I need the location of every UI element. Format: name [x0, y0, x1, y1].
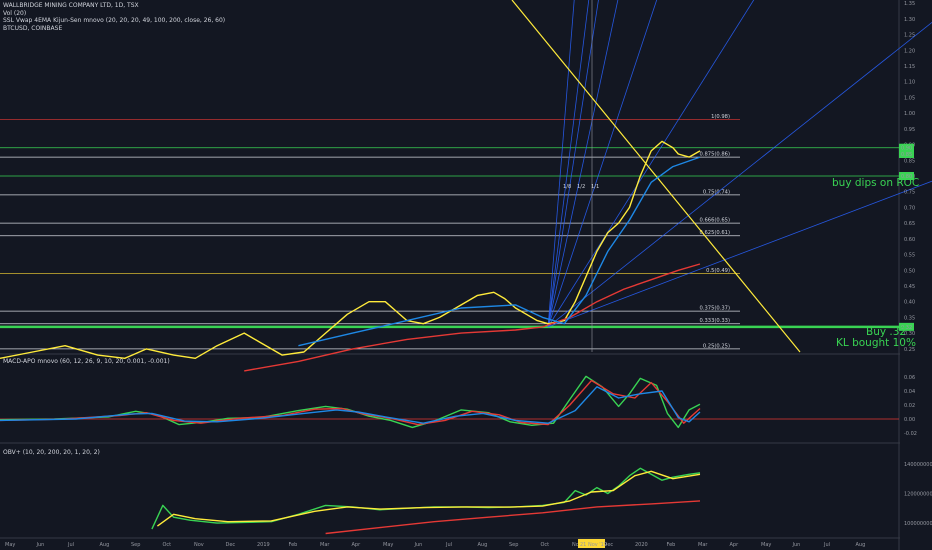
ssl-indicator-label[interactable]: SSL Vwap 4EMA Kijun-Sen mnovo (20, 20, 2… — [3, 17, 225, 25]
fan-line-7 — [547, 180, 932, 328]
x-tick-7: Dec — [226, 542, 236, 548]
btc-compare-label[interactable]: BTCUSD, COINBASE — [3, 25, 225, 33]
obv-series-0 — [151, 467, 701, 530]
y-tick-obv-1: 120000000.00 — [904, 492, 932, 498]
x-tick-17: Oct — [541, 542, 550, 548]
x-tick-0: May — [5, 542, 15, 548]
x-tick-14: Jul — [445, 542, 452, 548]
x-highlight-label: 21 Nov '19 — [580, 542, 607, 548]
fan-line-1 — [547, 0, 590, 327]
macd-title: MACD-APO mnovo (60, 12, 26, 9, 10, 20, 0… — [3, 358, 170, 365]
y-tick-price-3: 1.20 — [904, 48, 915, 54]
symbol-title: WALLBRIDGE MINING COMPANY LTD, 1D, TSX — [3, 2, 139, 9]
fan-line-6 — [547, 21, 932, 328]
x-tick-1: Jun — [36, 542, 45, 548]
x-tick-25: Jun — [792, 542, 801, 548]
x-tick-8: 2019 — [257, 542, 270, 548]
x-tick-24: May — [761, 542, 771, 548]
obv-title: OBV+ (10, 20, 200, 20, 1, 20, 2) — [3, 449, 100, 456]
x-tick-27: Aug — [856, 542, 866, 548]
fib-label-6: 0.375(0.37) — [700, 306, 730, 312]
y-tick-price-5: 1.10 — [904, 80, 915, 86]
x-tick-9: Feb — [289, 542, 298, 548]
x-tick-2: Jul — [67, 542, 74, 548]
y-tick-price-2: 1.25 — [904, 33, 915, 39]
y-tick-price-17: 0.50 — [904, 268, 915, 274]
fan-label-2: 1/1 — [591, 184, 599, 190]
x-tick-12: May — [383, 542, 393, 548]
fib-label-8: 0.25(0.25) — [703, 343, 730, 349]
y-tick-macd-2: 0.02 — [904, 403, 915, 409]
x-tick-16: Sep — [509, 542, 518, 548]
fib-label-1: 0.875(0.86) — [700, 152, 730, 158]
x-tick-20: 2020 — [635, 542, 648, 548]
y-tick-price-8: 0.95 — [904, 127, 915, 133]
price-series-1 — [244, 263, 701, 372]
y-tick-price-20: 0.35 — [904, 315, 915, 321]
y-tick-price-7: 1.00 — [904, 111, 915, 117]
y-tick-price-12: 0.75 — [904, 190, 915, 196]
y-tick-obv-0: 140000000.00 — [904, 462, 932, 468]
price-label-text-1: 0.85 — [901, 152, 912, 158]
y-tick-price-16: 0.55 — [904, 253, 915, 259]
x-tick-15: Aug — [478, 542, 488, 548]
y-tick-price-4: 1.15 — [904, 64, 915, 70]
y-tick-price-19: 0.40 — [904, 300, 915, 306]
fan-line-3 — [547, 0, 619, 327]
y-tick-price-1: 1.30 — [904, 17, 915, 23]
y-tick-price-0: 1.35 — [904, 1, 915, 7]
price-panel: 1(0.98) 0.875(0.86) 0.75(0.74) 0.666(0.65) 0… — [0, 0, 932, 372]
y-tick-price-14: 0.65 — [904, 221, 915, 227]
y-tick-price-13: 0.70 — [904, 205, 915, 211]
x-tick-4: Sep — [131, 542, 140, 548]
y-tick-price-10: 0.85 — [904, 158, 915, 164]
macd-series-2 — [0, 386, 701, 424]
macd-series-1 — [0, 379, 701, 426]
x-tick-21: Feb — [667, 542, 676, 548]
volume-indicator-label[interactable]: Vol (20) — [3, 10, 225, 18]
fan-line-5 — [547, 0, 755, 328]
y-tick-macd-3: 0.00 — [904, 417, 915, 423]
y-tick-macd-0: 0.06 — [904, 375, 915, 381]
chart-legend: WALLBRIDGE MINING COMPANY LTD, 1D, TSX V… — [3, 2, 225, 32]
fib-label-3: 0.666(0.65) — [700, 218, 730, 224]
x-tick-3: Aug — [100, 542, 110, 548]
y-tick-price-6: 1.05 — [904, 95, 915, 101]
x-tick-22: Mar — [698, 542, 708, 548]
fib-label-2: 0.75(0.74) — [703, 189, 730, 195]
x-tick-6: Nov — [194, 542, 204, 548]
fib-label-0: 1(0.98) — [711, 114, 730, 120]
fib-label-5: 0.5(0.49) — [706, 268, 730, 274]
annotation-buy-dips[interactable]: buy dips on ROC — [832, 177, 919, 189]
obv-series-1 — [156, 470, 701, 527]
x-tick-5: Oct — [163, 542, 172, 548]
y-tick-macd-4: -0.02 — [904, 431, 917, 437]
fan-line-4 — [547, 0, 658, 327]
y-tick-obv-2: 100000000.00 — [904, 521, 932, 527]
macd-series-0 — [0, 375, 701, 429]
fan-label-0: 1/8 — [563, 184, 571, 190]
obv-series-2 — [325, 500, 701, 535]
axes: 1.351.301.251.201.151.101.051.000.950.90… — [5, 1, 932, 548]
fib-label-7: 0.333(0.33) — [700, 318, 730, 324]
y-tick-macd-1: 0.04 — [904, 389, 915, 395]
y-tick-price-15: 0.60 — [904, 237, 915, 243]
x-tick-26: Jul — [823, 542, 830, 548]
price-series-2 — [298, 156, 701, 347]
obv-legend[interactable]: OBV+ (10, 20, 200, 20, 1, 20, 2) — [3, 449, 100, 457]
y-tick-price-18: 0.45 — [904, 284, 915, 290]
fan-label-1: 1/2 — [577, 184, 585, 190]
macd-panel — [0, 375, 899, 429]
x-tick-23: Apr — [730, 542, 740, 548]
trading-chart[interactable]: 1(0.98) 0.875(0.86) 0.75(0.74) 0.666(0.65) 0… — [0, 0, 932, 550]
x-tick-11: Apr — [352, 542, 362, 548]
annotation-kl-bought[interactable]: KL bought 10% — [836, 337, 916, 349]
obv-panel — [151, 467, 701, 535]
x-tick-10: Mar — [320, 542, 330, 548]
macd-legend[interactable]: MACD-APO mnovo (60, 12, 26, 9, 10, 20, 0… — [3, 358, 170, 366]
x-tick-13: Jun — [414, 542, 423, 548]
